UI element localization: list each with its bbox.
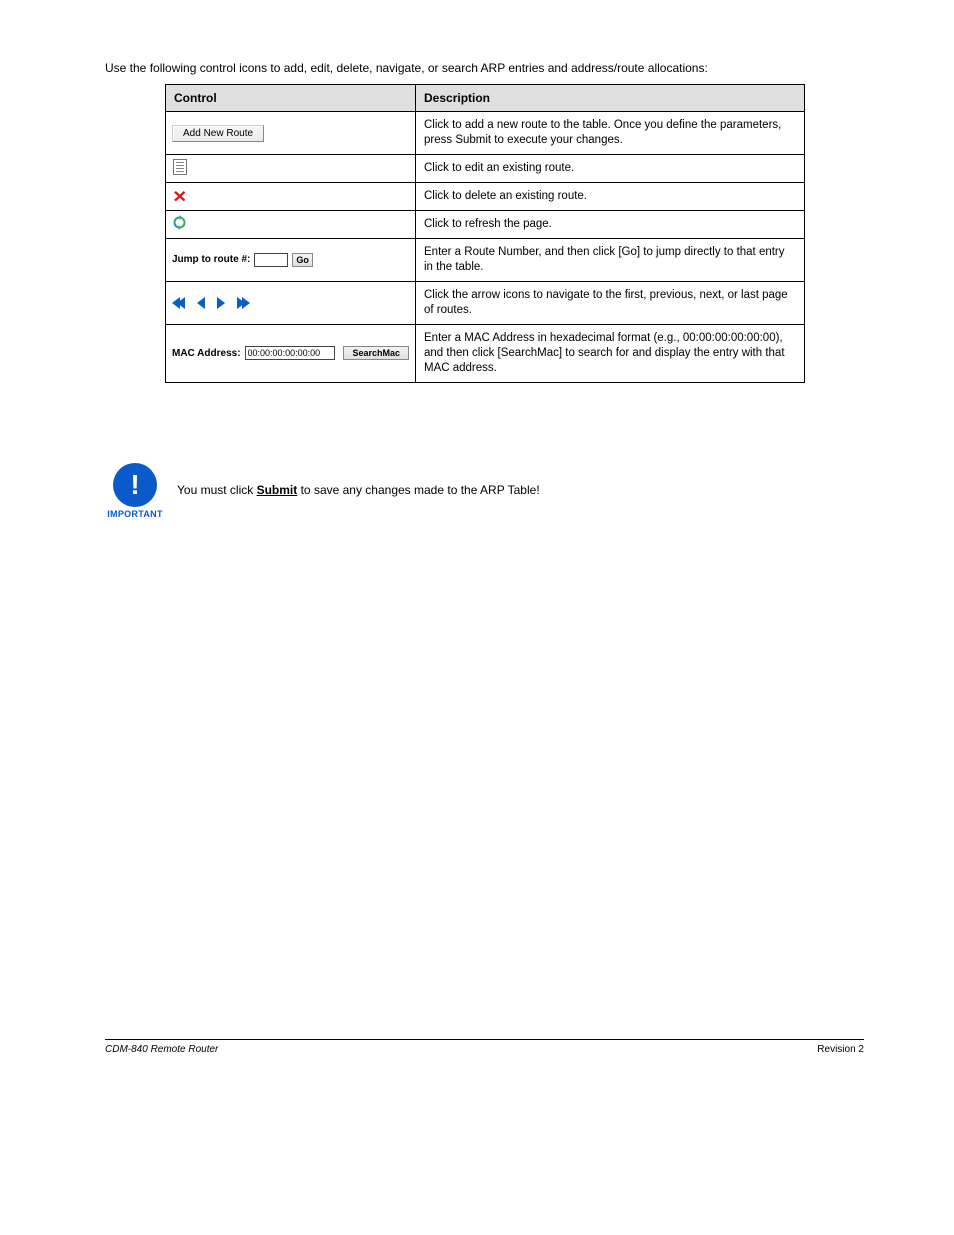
- footer-left: CDM-840 Remote Router: [105, 1044, 218, 1055]
- add-new-route-button[interactable]: Add New Route: [172, 125, 264, 142]
- desc-cell: Click the arrow icons to navigate to the…: [416, 281, 805, 324]
- search-mac-button[interactable]: SearchMac: [343, 346, 409, 360]
- refresh-icon[interactable]: [172, 215, 187, 230]
- go-button[interactable]: Go: [292, 253, 313, 267]
- col-header-control: Control: [166, 85, 416, 112]
- mac-label: MAC Address:: [172, 348, 241, 359]
- page-footer: CDM-840 Remote Router Revision 2: [105, 1039, 864, 1055]
- table-row: Click to edit an existing route.: [166, 155, 805, 183]
- jump-input[interactable]: [254, 253, 288, 267]
- table-row: Click the arrow icons to navigate to the…: [166, 281, 805, 324]
- desc-cell: Click to refresh the page.: [416, 211, 805, 239]
- important-icon: !: [113, 463, 157, 507]
- mac-address-input[interactable]: [245, 346, 335, 360]
- desc-cell: Click to add a new route to the table. O…: [416, 112, 805, 155]
- first-page-icon[interactable]: [172, 297, 185, 309]
- next-page-icon[interactable]: [217, 297, 225, 309]
- important-text: You must click Submit to save any change…: [177, 484, 864, 497]
- controls-table: Control Description Add New Route Click …: [165, 84, 805, 382]
- footer-right: Revision 2: [817, 1044, 864, 1055]
- intro-text: Use the following control icons to add, …: [105, 60, 864, 76]
- delete-icon[interactable]: ✕: [172, 189, 188, 205]
- table-row: Click to refresh the page.: [166, 211, 805, 239]
- prev-page-icon[interactable]: [197, 297, 205, 309]
- table-row: Add New Route Click to add a new route t…: [166, 112, 805, 155]
- last-page-icon[interactable]: [237, 297, 250, 309]
- important-label: IMPORTANT: [105, 509, 165, 519]
- important-callout: ! IMPORTANT You must click Submit to sav…: [105, 463, 864, 519]
- desc-cell: Enter a MAC Address in hexadecimal forma…: [416, 324, 805, 382]
- desc-cell: Click to edit an existing route.: [416, 155, 805, 183]
- table-row: MAC Address: SearchMac Enter a MAC Addre…: [166, 324, 805, 382]
- jump-label: Jump to route #:: [172, 254, 250, 265]
- edit-icon[interactable]: [172, 159, 188, 175]
- table-row: Jump to route #: Go Enter a Route Number…: [166, 238, 805, 281]
- desc-cell: Enter a Route Number, and then click [Go…: [416, 238, 805, 281]
- table-row: ✕ Click to delete an existing route.: [166, 183, 805, 211]
- desc-cell: Click to delete an existing route.: [416, 183, 805, 211]
- col-header-description: Description: [416, 85, 805, 112]
